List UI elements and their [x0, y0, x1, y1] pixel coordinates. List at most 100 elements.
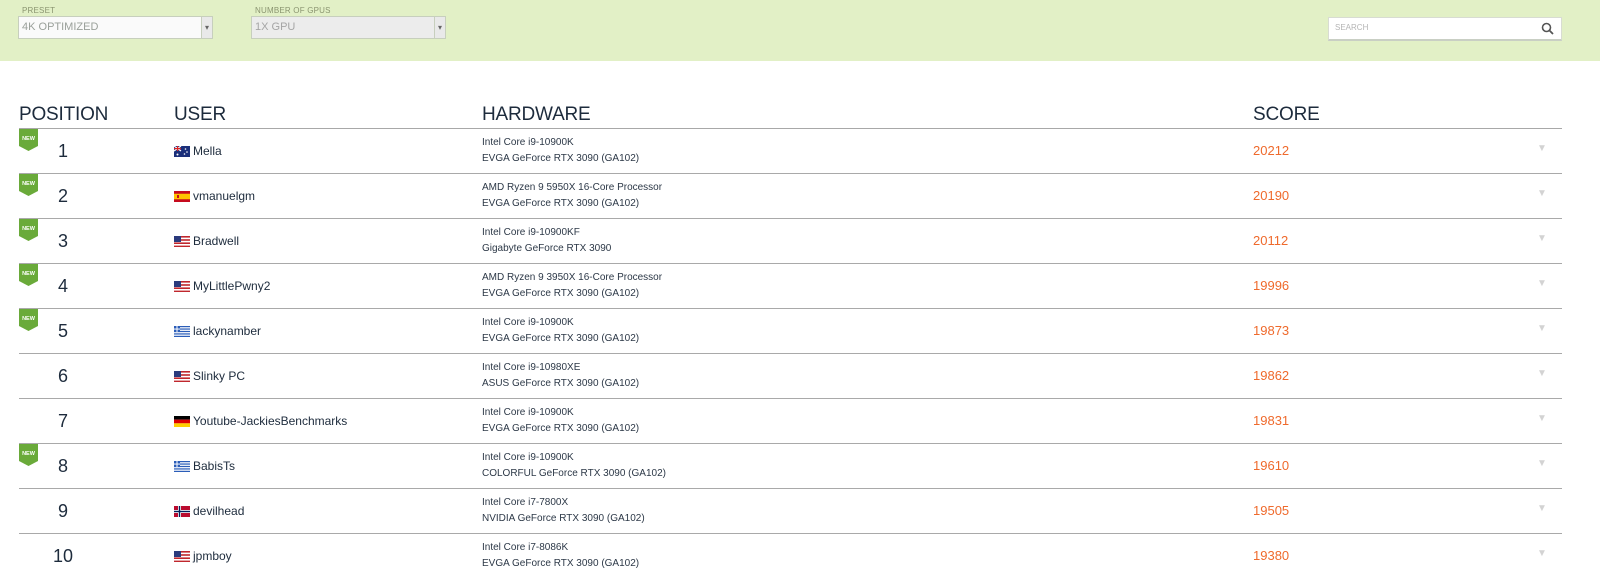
new-badge: NEW — [19, 174, 38, 196]
new-badge-label: NEW — [22, 451, 36, 457]
score-value: 20190 — [1253, 188, 1290, 203]
gpu-text: EVGA GeForce RTX 3090 (GA102) — [482, 333, 640, 344]
score-value: 19505 — [1253, 503, 1290, 518]
expand-chevron-icon[interactable]: ▼ — [1537, 188, 1547, 199]
score-value: 19380 — [1253, 548, 1290, 563]
new-badge-label: NEW — [22, 181, 36, 187]
user-name-link[interactable]: jpmboy — [193, 549, 232, 563]
new-badge-label: NEW — [22, 316, 36, 322]
gpu-text: EVGA GeForce RTX 3090 (GA102) — [482, 153, 640, 164]
expand-chevron-icon[interactable]: ▼ — [1537, 278, 1547, 289]
search-icon[interactable] — [1541, 22, 1554, 35]
gpu-text: EVGA GeForce RTX 3090 (GA102) — [482, 558, 640, 569]
cpu-text: AMD Ryzen 9 3950X 16-Core Processor — [482, 272, 663, 283]
table-row[interactable]: 7 Youtube-JackiesBenchmarks Intel Core i9-… — [19, 399, 1562, 444]
gpu-text: EVGA GeForce RTX 3090 (GA102) — [482, 288, 640, 299]
score-value: 20212 — [1253, 143, 1290, 158]
cpu-text: Intel Core i9-10900K — [482, 452, 574, 463]
user-name-link[interactable]: Bradwell — [193, 234, 239, 248]
filter-bar: PRESET 4K OPTIMIZED ▾ NUMBER OF GPUs 1X … — [0, 0, 1600, 61]
chevron-down-icon[interactable]: ▾ — [201, 17, 212, 38]
cpu-text: Intel Core i9-10900K — [482, 407, 574, 418]
expand-chevron-icon[interactable]: ▼ — [1537, 368, 1547, 379]
user-name-link[interactable]: MyLittlePwny2 — [193, 279, 270, 293]
norway-flag-icon — [174, 506, 190, 517]
table-row[interactable]: 10 jpmboy Intel Core i7-8086K EVGA GeForce … — [19, 534, 1562, 570]
germany-flag-icon — [174, 416, 190, 427]
search-placeholder: SEARCH — [1335, 23, 1369, 32]
preset-value: 4K OPTIMIZED — [22, 21, 99, 33]
search-input[interactable]: SEARCH — [1328, 17, 1562, 41]
table-row[interactable]: NEW 8 BabisTs Intel Core i9-10900K COLORFUL … — [19, 444, 1562, 489]
new-badge-label: NEW — [22, 226, 36, 232]
gpu-count-value: 1X GPU — [255, 21, 296, 33]
cpu-text: Intel Core i9-10980XE — [482, 362, 581, 373]
new-badge-label: NEW — [22, 271, 36, 277]
new-badge: NEW — [19, 444, 38, 466]
table-row[interactable]: NEW 2 vmanuelgm AMD Ryzen 9 5950X 16-Core P… — [19, 174, 1562, 219]
expand-chevron-icon[interactable]: ▼ — [1537, 458, 1547, 469]
user-column-header[interactable]: USER — [174, 104, 226, 126]
gpus-label: NUMBER OF GPUs — [255, 6, 331, 15]
expand-chevron-icon[interactable]: ▼ — [1537, 233, 1547, 244]
gpu-text: EVGA GeForce RTX 3090 (GA102) — [482, 198, 640, 209]
score-value: 19862 — [1253, 368, 1290, 383]
table-row[interactable]: 9 devilhead Intel Core i7-7800X NVIDIA GeFo… — [19, 489, 1562, 534]
position-value: 6 — [57, 366, 68, 386]
gpu-text: Gigabyte GeForce RTX 3090 — [482, 243, 612, 254]
user-name-link[interactable]: devilhead — [193, 504, 244, 518]
chevron-down-icon[interactable]: ▾ — [434, 17, 445, 38]
new-badge: NEW — [19, 219, 38, 241]
position-value: 5 — [57, 321, 68, 341]
table-row[interactable]: NEW 3 Bradwell Intel Core i9-10900KF Gigabyt… — [19, 219, 1562, 264]
gpu-text: EVGA GeForce RTX 3090 (GA102) — [482, 423, 640, 434]
cpu-text: Intel Core i7-8086K — [482, 542, 569, 553]
preset-label: PRESET — [22, 6, 56, 15]
position-value: 9 — [57, 501, 68, 521]
gpu-text: ASUS GeForce RTX 3090 (GA102) — [482, 378, 640, 389]
user-name-link[interactable]: Youtube-JackiesBenchmarks — [193, 414, 347, 428]
usa-flag-icon — [174, 551, 190, 562]
user-name-link[interactable]: Mella — [193, 144, 222, 158]
user-name-link[interactable]: lackynamber — [193, 324, 261, 338]
position-value: 1 — [57, 141, 68, 161]
position-column-header[interactable]: POSITION — [19, 104, 108, 126]
table-row[interactable]: NEW 5 lackynamber Intel Core i9-10900K EVGA … — [19, 309, 1562, 354]
cpu-text: AMD Ryzen 9 5950X 16-Core Processor — [482, 182, 663, 193]
greece-flag-icon — [174, 326, 190, 337]
cpu-text: Intel Core i9-10900K — [482, 137, 574, 148]
table-row[interactable]: 6 Slinky PC Intel Core i9-10980XE ASUS GeFo… — [19, 354, 1562, 399]
cpu-text: Intel Core i9-10900K — [482, 317, 574, 328]
preset-select[interactable]: 4K OPTIMIZED ▾ — [18, 16, 213, 39]
new-badge: NEW — [19, 309, 38, 331]
position-value: 2 — [57, 186, 68, 206]
score-value: 19610 — [1253, 458, 1290, 473]
gpu-count-select[interactable]: 1X GPU ▾ — [251, 16, 446, 39]
table-row[interactable]: NEW 4 MyLittlePwny2 AMD Ryzen 9 3950X 16-Co… — [19, 264, 1562, 309]
expand-chevron-icon[interactable]: ▼ — [1537, 143, 1547, 154]
score-column-header[interactable]: SCORE — [1253, 104, 1320, 126]
user-name-link[interactable]: Slinky PC — [193, 369, 245, 383]
cpu-text: Intel Core i9-10900KF — [482, 227, 580, 238]
australia-flag-icon — [174, 146, 190, 157]
usa-flag-icon — [174, 281, 190, 292]
expand-chevron-icon[interactable]: ▼ — [1537, 503, 1547, 514]
score-value: 19831 — [1253, 413, 1290, 428]
expand-chevron-icon[interactable]: ▼ — [1537, 548, 1547, 559]
user-name-link[interactable]: vmanuelgm — [193, 189, 255, 203]
position-value: 4 — [57, 276, 68, 296]
hardware-column-header[interactable]: HARDWARE — [482, 104, 591, 126]
score-value: 19996 — [1253, 278, 1290, 293]
gpu-text: NVIDIA GeForce RTX 3090 (GA102) — [482, 513, 645, 524]
spain-flag-icon — [174, 191, 190, 202]
score-value: 20112 — [1253, 233, 1289, 248]
position-value: 3 — [57, 231, 68, 251]
expand-chevron-icon[interactable]: ▼ — [1537, 413, 1547, 424]
table-row[interactable]: NEW 1 Mella Intel Core i9-10900K EVGA GeForc… — [19, 129, 1562, 174]
score-value: 19873 — [1253, 323, 1290, 338]
user-name-link[interactable]: BabisTs — [193, 459, 235, 473]
cpu-text: Intel Core i7-7800X — [482, 497, 569, 508]
expand-chevron-icon[interactable]: ▼ — [1537, 323, 1547, 334]
position-value: 10 — [52, 546, 74, 566]
new-badge: NEW — [19, 264, 38, 286]
